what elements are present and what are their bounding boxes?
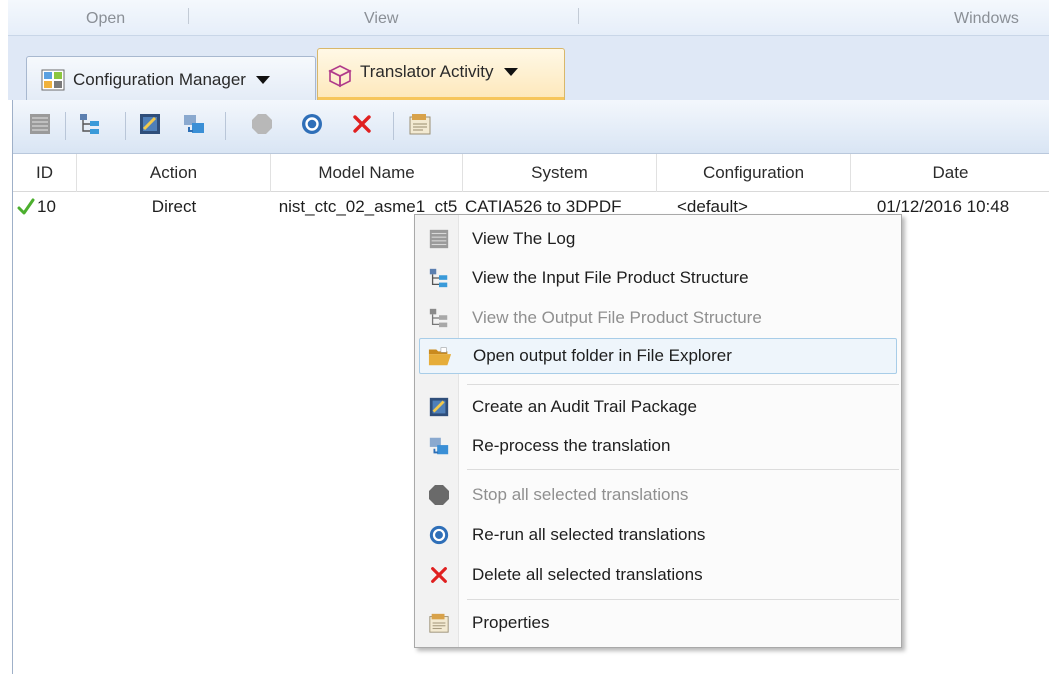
tab-translator-activity[interactable]: Translator Activity — [317, 48, 565, 102]
tab-label: Translator Activity — [360, 61, 494, 81]
toolbar-separator — [225, 112, 226, 140]
reprocess-button[interactable] — [181, 113, 207, 139]
menu-item-label: View the Input File Product Structure — [472, 268, 749, 287]
properties-icon — [419, 605, 459, 641]
check-icon — [17, 192, 37, 222]
create-audit-trail-button[interactable] — [137, 113, 163, 139]
properties-button[interactable] — [407, 113, 433, 139]
cell-id: 10 — [37, 197, 56, 216]
translator-activity-icon — [328, 64, 352, 88]
stop-icon — [250, 112, 274, 141]
menu-item-label: Open output folder in File Explorer — [473, 346, 732, 365]
chevron-down-icon[interactable] — [503, 67, 518, 76]
menu-item-label: Delete all selected translations — [472, 565, 703, 584]
menu-item-stop-all[interactable]: Stop all selected translations — [419, 477, 897, 513]
log-icon — [28, 112, 52, 141]
column-header-model-name[interactable]: Model Name — [271, 154, 463, 192]
menu-item-view-output-structure[interactable]: View the Output File Product Structure — [419, 300, 897, 336]
stop-button[interactable] — [249, 113, 275, 139]
menu-item-view-input-structure[interactable]: View the Input File Product Structure — [419, 260, 897, 296]
rerun-icon — [419, 517, 459, 553]
column-header-id[interactable]: ID — [13, 154, 77, 192]
folder-open-icon — [420, 338, 460, 374]
input-structure-icon — [78, 112, 102, 141]
audit-trail-icon — [138, 112, 162, 141]
delete-button[interactable] — [349, 113, 375, 139]
input-structure-icon — [419, 260, 459, 296]
rerun-icon — [300, 112, 324, 141]
tab-strip: Configuration Manager Translator Activit… — [8, 36, 1049, 102]
reprocess-icon — [182, 112, 206, 141]
config-manager-icon — [41, 68, 65, 92]
column-header-action[interactable]: Action — [77, 154, 271, 192]
menu-separator — [467, 599, 899, 600]
menu-item-label: Properties — [472, 613, 550, 632]
menu-item-rerun-all[interactable]: Re-run all selected translations — [419, 517, 897, 553]
menu-item-label: View The Log — [472, 229, 576, 248]
ribbon-group-open: Open — [86, 10, 126, 27]
properties-icon — [408, 112, 432, 141]
ribbon-group-windows: Windows — [954, 10, 1019, 27]
audit-trail-icon — [419, 389, 459, 425]
delete-icon — [419, 557, 459, 593]
context-menu: View The Log View the Input File Product… — [414, 214, 902, 648]
ribbon-group-bar: Open View Windows — [8, 0, 1049, 36]
toolbar — [13, 100, 1049, 154]
menu-item-label: View the Output File Product Structure — [472, 308, 762, 327]
toolbar-separator — [65, 112, 66, 140]
tab-label: Configuration Manager — [73, 69, 246, 89]
output-structure-icon — [419, 300, 459, 336]
menu-item-delete-all[interactable]: Delete all selected translations — [419, 557, 897, 593]
delete-icon — [351, 113, 373, 140]
view-input-structure-button[interactable] — [77, 113, 103, 139]
rerun-button[interactable] — [299, 113, 325, 139]
menu-item-label: Create an Audit Trail Package — [472, 397, 697, 416]
menu-separator — [467, 469, 899, 470]
chevron-down-icon[interactable] — [255, 75, 270, 84]
menu-separator — [467, 384, 899, 385]
menu-item-reprocess[interactable]: Re-process the translation — [419, 428, 897, 464]
menu-item-view-log[interactable]: View The Log — [419, 221, 897, 257]
stop-icon — [419, 477, 459, 513]
menu-item-label: Stop all selected translations — [472, 485, 689, 504]
cell-action: Direct — [151, 197, 197, 216]
toolbar-separator — [393, 112, 394, 140]
menu-item-create-audit-trail[interactable]: Create an Audit Trail Package — [419, 389, 897, 425]
view-log-button[interactable] — [27, 113, 53, 139]
menu-item-open-output-folder[interactable]: Open output folder in File Explorer — [419, 338, 897, 374]
tab-configuration-manager[interactable]: Configuration Manager — [26, 56, 316, 102]
menu-item-label: Re-run all selected translations — [472, 525, 706, 544]
toolbar-separator — [125, 112, 126, 140]
column-header-system[interactable]: System — [463, 154, 657, 192]
ribbon-separator — [188, 8, 189, 24]
column-header-date[interactable]: Date — [851, 154, 1049, 192]
reprocess-icon — [419, 428, 459, 464]
table-header: ID Action Model Name System Configuratio… — [13, 154, 1049, 192]
ribbon-separator — [578, 8, 579, 24]
ribbon-group-view: View — [364, 10, 399, 27]
menu-item-properties[interactable]: Properties — [419, 605, 897, 641]
menu-item-label: Re-process the translation — [472, 436, 671, 455]
column-header-configuration[interactable]: Configuration — [657, 154, 851, 192]
log-icon — [419, 221, 459, 257]
